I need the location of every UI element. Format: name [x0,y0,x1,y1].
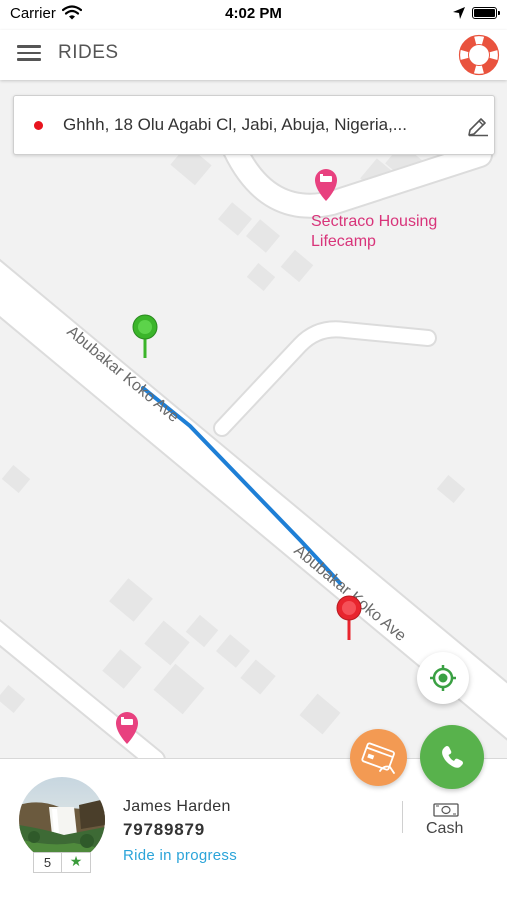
rating-value: 5 [34,853,62,872]
hamburger-menu-icon[interactable] [17,45,41,63]
call-driver-button[interactable] [420,725,484,789]
app-header: RIDES [0,30,507,80]
star-icon: ★ [69,854,83,870]
status-bar: Carrier 4:02 PM [0,0,507,30]
page-title: RIDES [58,42,119,63]
pickup-address-bar[interactable]: Ghhh, 18 Olu Agabi Cl, Jabi, Abuja, Nige… [13,95,495,155]
cash-icon [433,803,459,817]
status-time: 4:02 PM [225,5,282,22]
driver-rating: 5 ★ [33,852,91,873]
pencil-icon[interactable] [466,113,490,137]
poi-name-line1: Sectraco Housing [311,213,438,230]
battery-icon [472,7,500,19]
driver-name: James Harden [123,798,231,815]
payment-method: Cash [426,820,464,837]
driver-avatar [19,777,105,863]
lifebuoy-icon[interactable] [458,34,500,76]
ride-screen: Carrier 4:02 PM RIDES Abubakar Koko Ave … [0,0,507,900]
driver-phone: 79789879 [123,820,206,839]
ride-status: Ride in progress [123,847,238,864]
dropoff-marker [336,595,362,640]
my-location-icon [430,665,456,691]
phone-icon [442,746,463,768]
credit-card-icon [361,742,395,774]
poi-name-line2: Lifecamp [311,233,376,250]
divider [402,801,403,833]
poi-label: Sectraco Housing Lifecamp [311,212,437,252]
location-dot-icon [34,121,43,130]
location-arrow-icon [452,6,466,25]
my-location-button[interactable] [417,652,469,704]
card-payment-button[interactable] [350,729,407,786]
pickup-marker [132,314,158,358]
pickup-address: Ghhh, 18 Olu Agabi Cl, Jabi, Abuja, Nige… [63,115,407,134]
